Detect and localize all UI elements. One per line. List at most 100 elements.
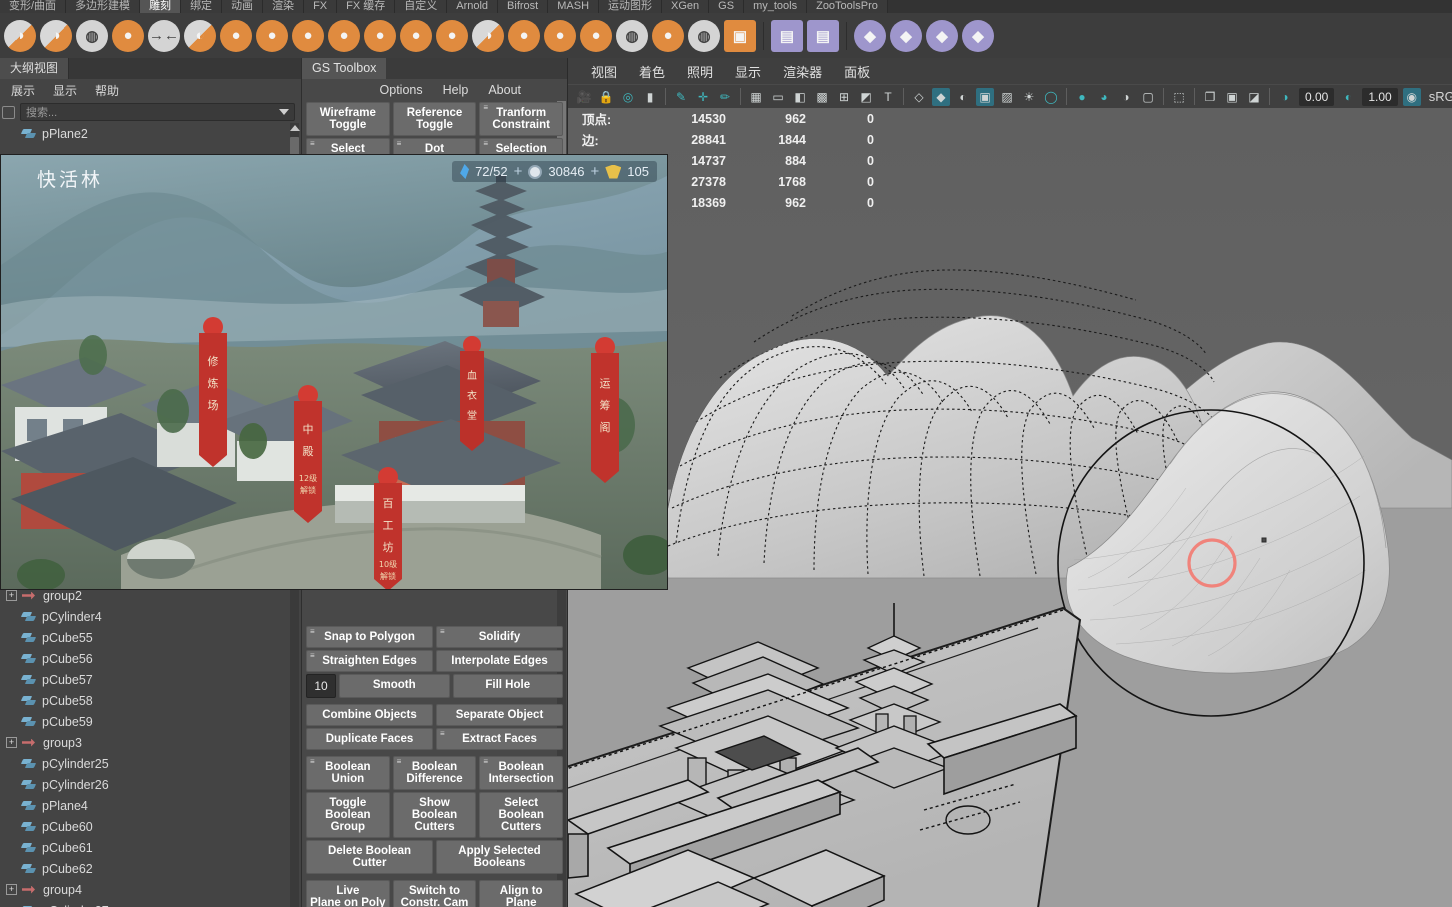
color-management-icon[interactable]: ◉: [1402, 87, 1421, 106]
gs-button-delete-boolean-cutter[interactable]: Delete Boolean Cutter: [306, 840, 433, 874]
outliner-item-pCube59[interactable]: pCube59: [0, 711, 301, 732]
gs-button-separate-object[interactable]: Separate Object: [436, 704, 563, 726]
render-region-icon[interactable]: ◪: [1245, 88, 1263, 106]
option-box-icon[interactable]: ≡: [397, 140, 402, 148]
copy-uvs-icon[interactable]: ◆: [926, 19, 958, 52]
sculpt-bulge-icon[interactable]: ●: [508, 19, 540, 52]
gs-button-solidify[interactable]: ≡ Solidify: [436, 626, 563, 648]
sculpt-relax-icon[interactable]: ◍: [76, 19, 108, 52]
gs-button-align-to-plane[interactable]: Align to Plane: [479, 880, 564, 907]
shelf-tab-10[interactable]: Bifrost: [498, 0, 549, 13]
shelf-tab-7[interactable]: FX 缓存: [337, 0, 396, 13]
outliner-item-pCube58[interactable]: pCube58: [0, 690, 301, 711]
sculpt-smooth-icon[interactable]: ◑: [40, 19, 72, 52]
outliner-item-pCylinder27[interactable]: pCylinder27: [0, 900, 301, 907]
sculpt-grab-icon[interactable]: ◑: [4, 19, 36, 52]
outliner-item-pCube57[interactable]: pCube57: [0, 669, 301, 690]
gs-button-boolean-union[interactable]: ≡ Boolean Union: [306, 756, 390, 790]
option-box-icon[interactable]: ≡: [483, 758, 488, 766]
option-box-icon[interactable]: ≡: [483, 140, 488, 148]
panel-focus-icon[interactable]: ▣: [1223, 88, 1241, 106]
tab-outliner[interactable]: 大纲视图: [0, 58, 70, 79]
option-box-icon[interactable]: ≡: [310, 758, 315, 766]
gs-toolbox-menu-bar[interactable]: Options Help About: [302, 79, 567, 101]
exposure-icon[interactable]: ◑: [1276, 88, 1294, 106]
gs-button-extract-faces[interactable]: ≡ Extract Faces: [436, 728, 563, 750]
sculpt-imprint-icon[interactable]: ●: [292, 19, 324, 52]
sculpt-wax-icon[interactable]: ●: [328, 19, 360, 52]
lights-icon[interactable]: ☀: [1020, 88, 1038, 106]
shelf-tab-3[interactable]: 绑定: [181, 0, 223, 13]
shelf-tab-11[interactable]: MASH: [548, 0, 600, 13]
gs-button-interpolate-edges[interactable]: Interpolate Edges: [436, 650, 563, 672]
option-box-icon[interactable]: ≡: [440, 628, 445, 636]
outliner-menu-1[interactable]: 显示: [44, 82, 86, 99]
outliner-item-pCube60[interactable]: pCube60: [0, 816, 301, 837]
gamma-value[interactable]: 1.00: [1362, 87, 1398, 106]
shelf-tab-6[interactable]: FX: [304, 0, 338, 13]
outliner-item-pCube56[interactable]: pCube56: [0, 648, 301, 669]
viewport-menu-4[interactable]: 渲染器: [772, 62, 833, 81]
plus-icon-1[interactable]: +: [514, 163, 523, 180]
motion-blur-icon[interactable]: ◕: [1095, 88, 1113, 106]
shelf-tab-4[interactable]: 动画: [222, 0, 264, 13]
safe-action-icon[interactable]: ◩: [857, 88, 875, 106]
shelf-tab-5[interactable]: 渲染: [263, 0, 305, 13]
outliner-item-pCylinder4[interactable]: pCylinder4: [0, 606, 301, 627]
outliner-item-pCube61[interactable]: pCube61: [0, 837, 301, 858]
gs-button-smooth[interactable]: Smooth: [339, 674, 450, 698]
gs-button-reference-toggle[interactable]: Reference Toggle: [392, 102, 477, 136]
gs-button-boolean-intersection[interactable]: ≡ Boolean Intersection: [479, 756, 564, 790]
option-box-icon[interactable]: ≡: [440, 730, 445, 738]
paste-uvs-icon[interactable]: ◆: [962, 19, 994, 52]
outliner-item-pCylinder25[interactable]: pCylinder25: [0, 753, 301, 774]
isolate-select-icon[interactable]: ⬚: [1170, 88, 1188, 106]
viewport-canvas[interactable]: [568, 108, 1452, 907]
ao-icon[interactable]: ●: [1073, 88, 1091, 106]
viewport-menu-2[interactable]: 照明: [676, 62, 724, 81]
outliner-item-pCylinder26[interactable]: pCylinder26: [0, 774, 301, 795]
aa-icon[interactable]: ◑: [1117, 88, 1135, 106]
xray-icon[interactable]: ▨: [998, 88, 1016, 106]
snap-icon[interactable]: ✛: [694, 88, 712, 106]
outliner-item-pCube62[interactable]: pCube62: [0, 858, 301, 879]
gs-button-show-boolean-cutters[interactable]: Show Boolean Cutters: [392, 792, 477, 838]
shelf-tab-14[interactable]: GS: [709, 0, 745, 13]
gs-toolbox-menu-about[interactable]: About: [478, 83, 531, 97]
sculpt-amplify-icon[interactable]: ●: [544, 19, 576, 52]
field-chart-icon[interactable]: ⊞: [835, 88, 853, 106]
sculpt-freeze-all-icon[interactable]: ◍: [688, 19, 720, 52]
viewport-menu-5[interactable]: 面板: [833, 62, 881, 81]
gs-button-select-boolean-cutters[interactable]: Select Boolean Cutters: [479, 792, 564, 838]
gs-toolbox-menu-options[interactable]: Options: [370, 83, 433, 97]
reference-image-overlay[interactable]: 修 炼 场 中 殿 12级 解锁 运 筹 阁 百 工 坊 10级 解锁 血 衣 …: [0, 154, 668, 590]
gate-mask-icon[interactable]: ▩: [813, 88, 831, 106]
expand-toggle-icon[interactable]: +: [6, 737, 17, 748]
shelf-tab-8[interactable]: 自定义: [395, 0, 448, 13]
chevron-down-icon[interactable]: [279, 109, 289, 115]
viewport-menu-bar[interactable]: 视图 着色 照明 显示 渲染器 面板: [568, 58, 1452, 84]
gs-button-tranform-constraint[interactable]: ≡ Tranform Constraint: [479, 102, 564, 136]
gs-button-apply-selected-booleans[interactable]: Apply Selected Booleans: [436, 840, 563, 874]
shelf-icon-row[interactable]: ◑ ◑ ◍ ● →← ◐ ● ● ● ● ● ● ● ◑ ● ● ● ◍ ● ◍ ▣ ▤ ▤ ◆ ◆ ◆ ◆: [0, 13, 1452, 58]
grid-icon[interactable]: ▦: [747, 88, 765, 106]
sculpt-scrape-icon[interactable]: ●: [364, 19, 396, 52]
sculpt-repeat-icon[interactable]: ●: [256, 19, 288, 52]
outliner-item-pCube55[interactable]: pCube55: [0, 627, 301, 648]
shaded-icon[interactable]: ◆: [932, 87, 950, 106]
exposure-value[interactable]: 0.00: [1299, 87, 1335, 106]
viewport-menu-1[interactable]: 着色: [628, 62, 676, 81]
shaded-wireframe-icon[interactable]: ◐: [954, 88, 972, 106]
camera-icon[interactable]: 🎥: [575, 88, 593, 106]
option-box-icon[interactable]: ≡: [483, 104, 488, 112]
wireframe-icon[interactable]: ◇: [910, 88, 928, 106]
camera-lock-icon[interactable]: 🔒: [597, 88, 615, 106]
outliner-item-pPlane2[interactable]: pPlane2: [0, 123, 301, 144]
shelf-tab-15[interactable]: my_tools: [744, 0, 808, 13]
resolution-gate-icon[interactable]: ◧: [791, 88, 809, 106]
gs-button-fill-hole[interactable]: Fill Hole: [452, 674, 563, 698]
outliner-search-row[interactable]: 搜索...: [0, 101, 301, 123]
smooth-iterations-input[interactable]: 10: [306, 674, 336, 698]
shelf-tab-9[interactable]: Arnold: [447, 0, 499, 13]
gs-toolbox-tab-bar[interactable]: GS Toolbox: [302, 58, 567, 79]
